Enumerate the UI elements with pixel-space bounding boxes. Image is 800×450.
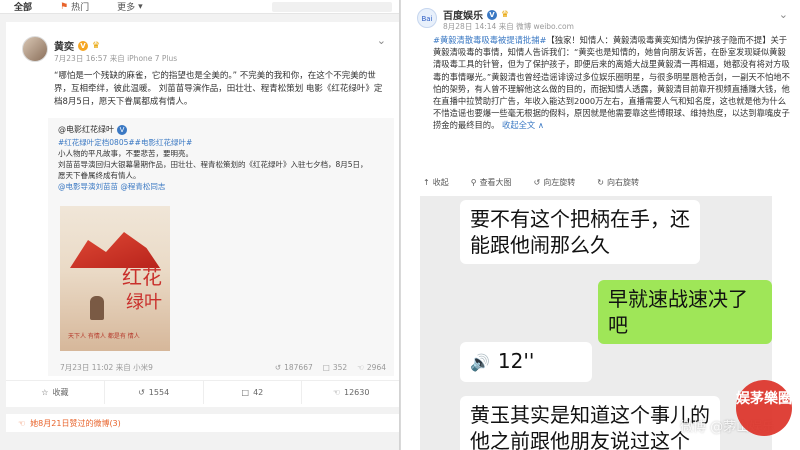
chevron-down-icon[interactable]: ⌄ (779, 8, 788, 21)
repost-footer: 7月23日 11:02 来自 小米9 ↺ 187667 □ 352 ☜ 2964 (60, 363, 386, 372)
repost-line: 小人物的平凡故事，不要悲苦，要明亮。 (58, 149, 193, 158)
chat-bubble: 早就速战速决了吧 (598, 280, 772, 344)
poster-figure (90, 296, 104, 320)
left-panel: 全部 ⚑ 热门 更多 ▾ 黄奕 V ♛ 7月23日 16:57 来自 iPhone … (0, 0, 400, 450)
comment-count[interactable]: □ 352 (323, 363, 347, 372)
verified-icon: V (117, 124, 127, 135)
view-large-button[interactable]: ⚲ 查看大图 (471, 174, 512, 190)
repost-box[interactable]: @电影红花绿叶 V #红花绿叶定档0805##电影红花绿叶# 小人物的平凡故事，… (48, 118, 394, 376)
like-icon: ☜ (332, 388, 340, 397)
flame-icon: ⚑ (60, 1, 69, 12)
thumb-up-icon: ☜ (18, 418, 26, 428)
liked-posts-link[interactable]: ☜ 她8月21日赞过的微博(3) (6, 414, 400, 432)
repost-line: 刘苗苗导演回归大银幕暑期作品，田壮壮、程青松策划的《红花绿叶》入驻七夕档，8月5… (58, 160, 368, 169)
like-count[interactable]: ☜ 2964 (357, 363, 386, 372)
repost-hashtags[interactable]: #红花绿叶定档0805##电影红花绿叶# (58, 137, 384, 148)
poster-title: 绿叶 (126, 292, 162, 313)
repost-button[interactable]: ↺ 1554 (105, 381, 204, 404)
repost-mentions[interactable]: @电影导演刘苗苗 @程青松同志 (58, 181, 384, 192)
rotate-right-button[interactable]: ↻ 向右旋转 (597, 174, 639, 190)
comment-button[interactable]: □ 42 (204, 381, 303, 404)
poster-title: 红花 (122, 265, 162, 289)
post-meta: 7月23日 16:57 来自 iPhone 7 Plus (54, 54, 178, 63)
star-icon: ☆ (41, 388, 49, 397)
post-text: #黄毅清散毒吸毒被提请批捕#【独家！知情人：黄毅清吸毒黄奕知情为保护孩子隐而不提… (433, 35, 790, 131)
post-author[interactable]: 百度娱乐 V ♛ (443, 7, 509, 22)
chevron-down-icon: ▾ (138, 1, 143, 12)
rotate-right-icon: ↻ (597, 177, 604, 187)
avatar[interactable] (22, 36, 48, 62)
voice-icon: 🔊 (470, 353, 490, 372)
collapse-text-link[interactable]: 收起全文 ∧ (502, 120, 544, 130)
crown-icon: ♛ (501, 9, 510, 20)
crown-icon: ♛ (92, 40, 101, 51)
repost-icon: ↺ (274, 363, 282, 372)
repost-icon: ↺ (138, 388, 145, 397)
watermark-seal: 娱茅樂圈 (736, 380, 792, 436)
repost-count[interactable]: ↺ 187667 (275, 363, 313, 372)
like-button[interactable]: ☜ 12630 (302, 381, 400, 404)
collapse-icon: ↑ (423, 177, 430, 187)
chat-screenshot-image[interactable]: 要不有这个把柄在手，还能跟他闹那么久 早就速战速决了吧 🔊 12'' 黄玉其实是知… (420, 196, 772, 450)
favorite-button[interactable]: ☆ 收藏 (6, 381, 105, 404)
like-icon: ☜ (357, 363, 364, 372)
chat-bubble: 要不有这个把柄在手，还能跟他闹那么久 (460, 200, 700, 264)
collapse-button[interactable]: ↑ 收起 (423, 174, 449, 190)
rotate-left-button[interactable]: ↺ 向左旋转 (534, 174, 576, 190)
avatar[interactable]: Bai (417, 8, 437, 28)
verified-icon: V (487, 9, 497, 20)
comment-icon: □ (322, 363, 330, 372)
post-hashtag[interactable]: #黄毅清散毒吸毒被提请批捕# (433, 35, 546, 45)
repost-author[interactable]: @电影红花绿叶 V (58, 124, 384, 135)
post-meta: 8月28日 14:14 来自 微博 weibo.com (443, 22, 574, 31)
poster-note: 天下人 有情人 都是有 情人 (68, 333, 140, 340)
chevron-down-icon[interactable]: ⌄ (377, 34, 386, 47)
poster-mountain-shape (70, 232, 160, 268)
voice-message-bubble: 🔊 12'' (460, 342, 592, 382)
verified-icon: V (78, 40, 88, 51)
rotate-left-icon: ↺ (533, 177, 541, 187)
post-action-bar: ☆ 收藏 ↺ 1554 □ 42 ☜ 12630 (6, 380, 400, 404)
feed-tabs: 全部 ⚑ 热门 更多 ▾ (0, 0, 400, 14)
repost-line: 愿天下眷属终成有情人。 (58, 171, 141, 180)
post-text: “哪怕是一个残缺的麻雀，它的指望也是全美的。” 不完美的我和你，在这个不完美的世… (54, 71, 383, 107)
tab-all[interactable]: 全部 (0, 0, 46, 14)
image-action-bar: ↑ 收起 ⚲ 查看大图 ↺ 向左旋转 ↻ 向右旋转 (423, 174, 793, 190)
magnify-icon: ⚲ (470, 177, 477, 187)
movie-poster-image[interactable]: 红花 绿叶 天下人 有情人 都是有 情人 (60, 206, 170, 351)
tab-hot[interactable]: ⚑ 热门 (46, 0, 103, 14)
comment-icon: □ (241, 388, 250, 397)
tab-more[interactable]: 更多 ▾ (103, 0, 157, 14)
post-author[interactable]: 黄奕 V ♛ (54, 38, 100, 53)
search-input[interactable] (272, 1, 392, 12)
